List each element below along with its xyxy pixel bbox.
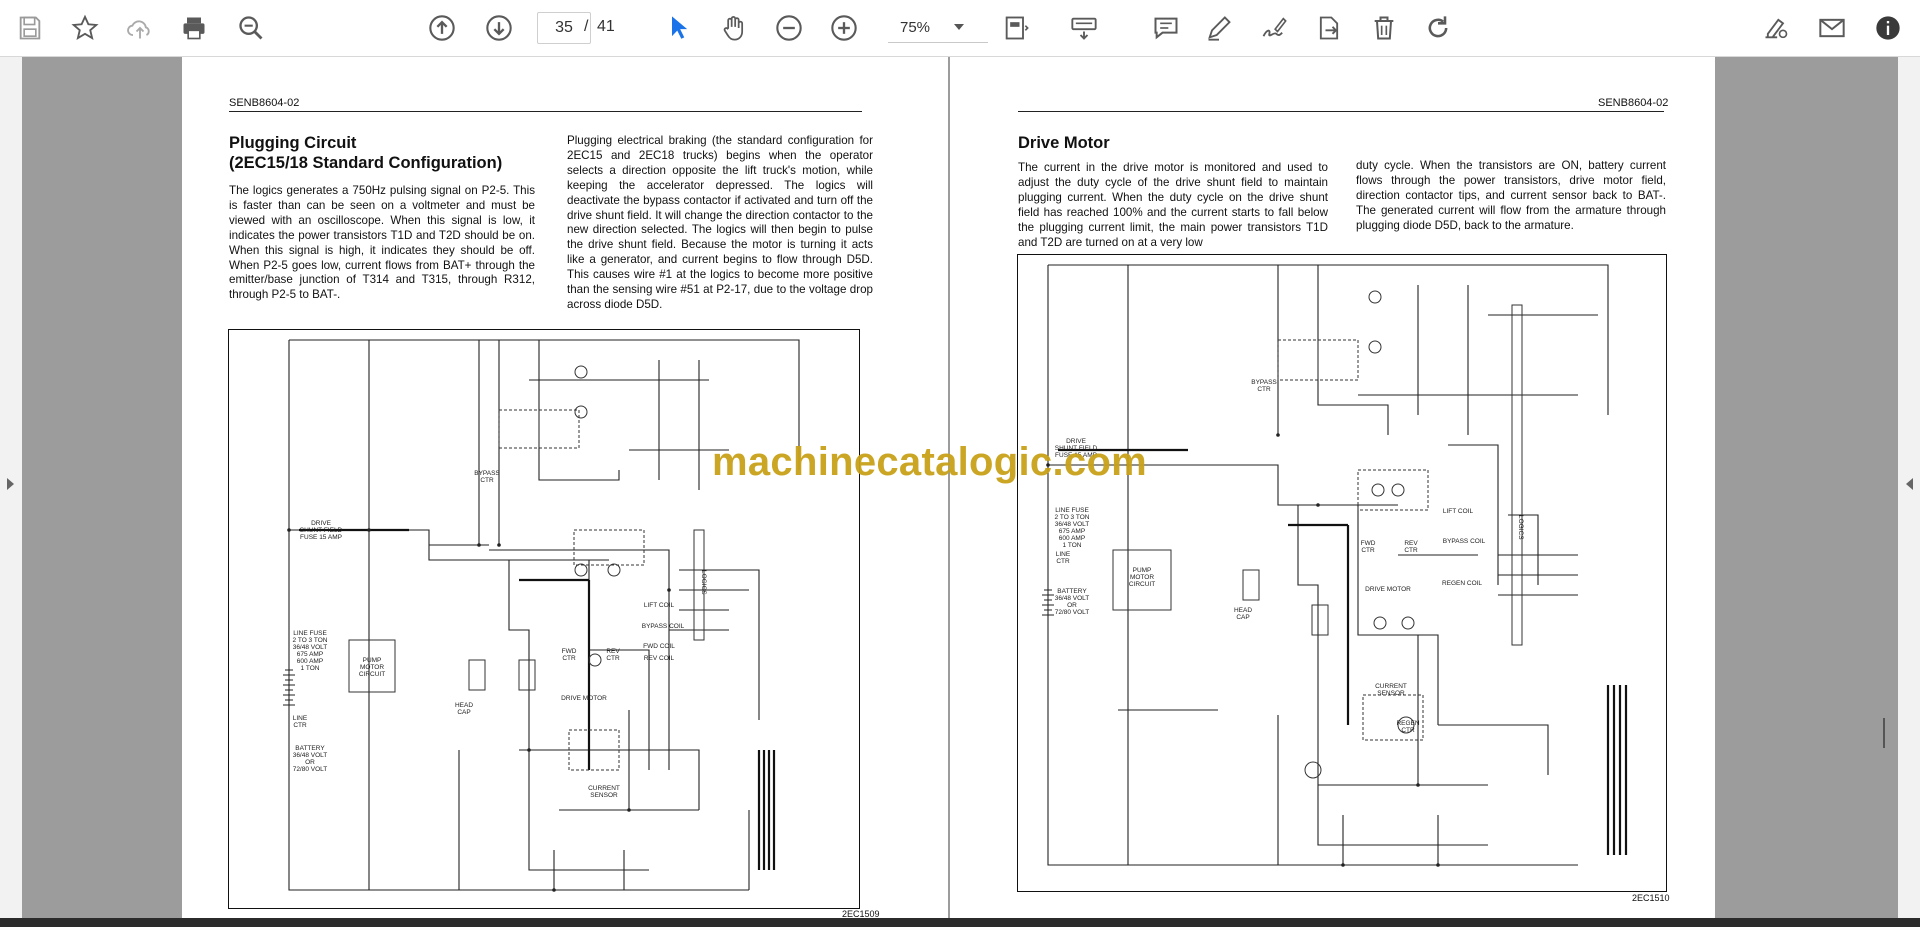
left-gutter [0,57,22,927]
line-fuse-label: LINE FUSE 2 TO 3 TON 36/48 VOLT 675 AMP … [292,630,328,672]
keyboard-icon[interactable] [1066,10,1102,46]
page-up-icon[interactable] [424,10,460,46]
bookmark-star-icon[interactable] [67,10,103,46]
lift-coil-label: LIFT COIL [643,602,675,609]
next-page-arrow-icon[interactable] [1906,478,1913,490]
previous-page-arrow-icon[interactable] [7,478,14,490]
header-rule [229,111,862,112]
rev-ctr-label: REV CTR [606,648,620,662]
bottom-strip [0,918,1920,927]
page-down-icon[interactable] [481,10,517,46]
left-page: SENB8604-02 Plugging Circuit (2EC15/18 S… [182,57,948,927]
logics-label: LOGICS [1517,515,1524,540]
bypass-coil-label: BYPASS COIL [641,623,685,630]
fwd-ctr-label: FWD CTR [1360,540,1376,554]
bypass-coil-label: BYPASS COIL [1442,538,1486,545]
cloud-upload-icon[interactable] [122,10,158,46]
figure-id: 2EC1510 [1632,893,1670,903]
scrollbar-thumb[interactable] [1883,718,1885,748]
page-number-input[interactable]: 35 [537,12,591,44]
lift-coil-label: LIFT COIL [1442,508,1474,515]
drive-motor-label: DRIVE MOTOR [1365,586,1411,593]
page-separator: / [584,18,589,35]
zoom-in-icon[interactable] [826,10,862,46]
zoom-search-icon[interactable] [233,10,269,46]
line-fuse-label: LINE FUSE 2 TO 3 TON 36/48 VOLT 675 AMP … [1054,507,1090,549]
fwd-coil-label: FWD COIL [643,643,675,650]
head-cap-label: HEAD CAP [454,702,474,716]
circuit-lines [1042,264,1628,867]
body-column-1: The current in the drive motor is monito… [1018,161,1328,249]
battery-label: BATTERY 36/48 VOLT OR 72/80 VOLT [292,745,328,773]
delete-icon[interactable] [1366,10,1402,46]
regen-coil-label: REGEN COIL [1441,580,1483,587]
head-cap-label: HEAD CAP [1233,607,1253,621]
select-arrow-icon[interactable] [661,10,697,46]
drive-motor-label: DRIVE MOTOR [561,695,607,702]
current-sensor-label: CURRENT SENSOR [1375,683,1407,697]
body-column-2: Plugging electrical braking (the standar… [567,134,873,311]
rev-ctr-label: REV CTR [1404,540,1418,554]
pen-icon[interactable] [1201,10,1237,46]
comment-icon[interactable] [1148,10,1184,46]
document-code: SENB8604-02 [229,97,300,109]
header-rule [1018,111,1664,112]
sign-icon[interactable] [1256,10,1292,46]
save-icon[interactable] [12,10,48,46]
page-total: 41 [597,18,615,35]
fit-page-icon[interactable] [998,10,1034,46]
bypass-ctr-label: BYPASS CTR [474,470,500,484]
pump-motor-label: PUMP MOTOR CIRCUIT [358,657,386,678]
section-title: Plugging Circuit (2EC15/18 Standard Conf… [229,134,503,172]
info-icon[interactable] [1870,10,1906,46]
chevron-down-icon[interactable] [954,24,964,30]
body-column-2: duty cycle. When the transistors are ON,… [1356,159,1666,232]
pump-motor-label: PUMP MOTOR CIRCUIT [1128,567,1156,588]
wiring-diagram: DRIVE SHUNT FIELD FUSE 15 AMP LINE FUSE … [1017,254,1667,892]
logics-label: LOGICS [700,570,707,595]
section-title: Drive Motor [1018,134,1110,152]
hand-pan-icon[interactable] [716,10,752,46]
right-gutter [1898,57,1920,927]
zoom-out-icon[interactable] [771,10,807,46]
document-code: SENB8604-02 [1598,97,1669,109]
line-ctr-label: LINE CTR [292,715,308,729]
toolbar: 35 / 41 75% [0,0,1920,57]
fwd-ctr-label: FWD CTR [561,648,577,662]
watermark: machinecatalogic.com [712,440,1148,484]
drive-shunt-fuse-label: DRIVE SHUNT FIELD FUSE 15 AMP [299,520,343,541]
rotate-icon[interactable] [1420,10,1456,46]
body-column-1: The logics generates a 750Hz pulsing sig… [229,184,535,302]
bypass-ctr-label: BYPASS CTR [1251,379,1277,393]
share-edit-icon[interactable] [1758,10,1794,46]
current-sensor-label: CURRENT SENSOR [588,785,620,799]
rev-coil-label: REV COIL [643,655,675,662]
wiring-diagram: DRIVE SHUNT FIELD FUSE 15 AMP LINE FUSE … [228,329,860,909]
line-ctr-label: LINE CTR [1055,551,1071,565]
email-icon[interactable] [1814,10,1850,46]
print-icon[interactable] [176,10,212,46]
regen-ctr-label: REGEN CTR [1396,720,1420,734]
circuit-lines [283,339,800,892]
export-icon[interactable] [1311,10,1347,46]
battery-label: BATTERY 36/48 VOLT OR 72/80 VOLT [1054,588,1090,616]
right-page: SENB8604-02 Drive Motor The current in t… [950,57,1715,927]
zoom-select[interactable]: 75% [888,14,988,43]
